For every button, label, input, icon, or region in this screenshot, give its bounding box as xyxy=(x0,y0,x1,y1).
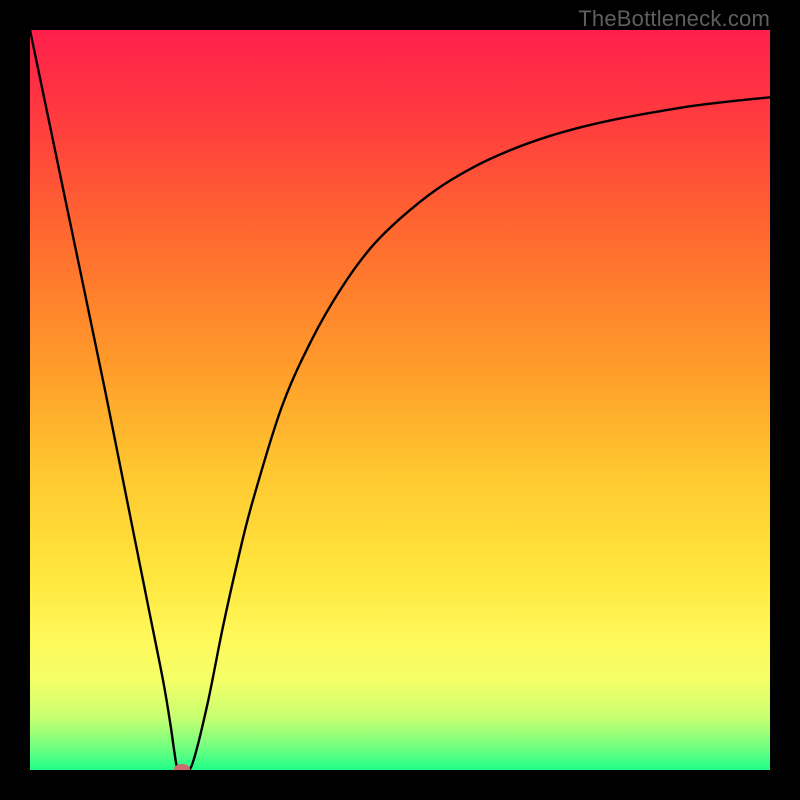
bottleneck-curve xyxy=(30,30,770,770)
plot-area xyxy=(30,30,770,770)
chart-frame: TheBottleneck.com xyxy=(0,0,800,800)
curve-layer xyxy=(30,30,770,770)
watermark-text: TheBottleneck.com xyxy=(578,6,770,32)
optimum-marker xyxy=(174,764,190,770)
